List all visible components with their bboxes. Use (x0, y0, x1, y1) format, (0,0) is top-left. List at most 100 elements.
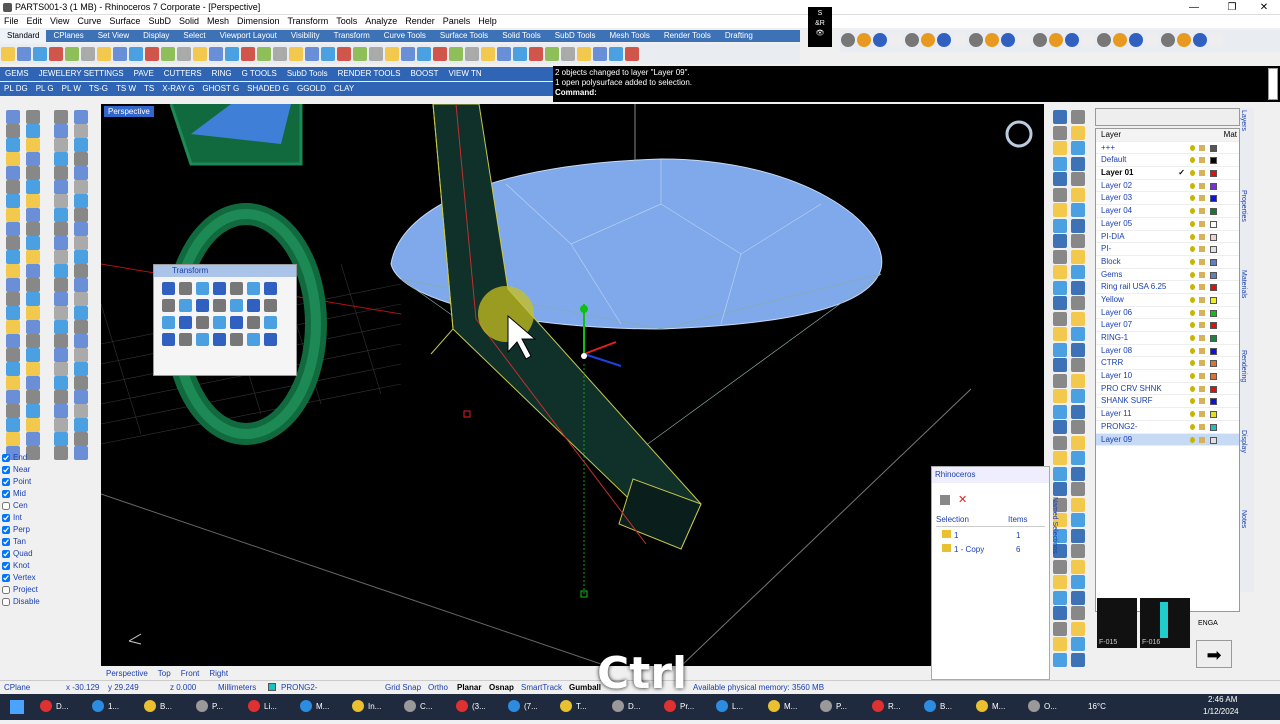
toolbar-icon[interactable] (145, 47, 159, 61)
left-tool-icon[interactable] (26, 138, 40, 152)
lock-icon[interactable] (1199, 246, 1205, 253)
menu-subd[interactable]: SubD (144, 15, 175, 28)
layer-color-swatch[interactable] (1210, 360, 1217, 368)
osnap-tan[interactable]: Tan (0, 536, 100, 548)
lightbulb-icon[interactable] (1190, 411, 1195, 418)
toolbar-icon[interactable] (337, 47, 351, 61)
display-icon[interactable] (1161, 33, 1175, 47)
left-tool-icon[interactable] (74, 222, 88, 236)
osnap-mid[interactable]: Mid (0, 488, 100, 500)
left-tool-icon[interactable] (26, 222, 40, 236)
osnap-end[interactable]: End (0, 452, 100, 464)
toolbar-icon[interactable] (497, 47, 511, 61)
right-tool-icon[interactable] (1071, 466, 1085, 481)
transform-tool-icon[interactable] (264, 282, 277, 295)
left-tool-icon[interactable] (6, 138, 20, 152)
toolbar-icon[interactable] (545, 47, 559, 61)
left-tool-icon[interactable] (54, 208, 68, 222)
tab-visibility[interactable]: Visibility (284, 30, 327, 42)
named-selection-row[interactable]: 1 - Copy 6 (936, 543, 1045, 557)
layer-color-swatch[interactable] (1210, 284, 1217, 292)
right-tool-icon[interactable] (1071, 327, 1085, 341)
display-mode-6[interactable]: X-RAY G (158, 82, 198, 96)
layer-row[interactable]: Layer 01 ✓ (1096, 167, 1239, 180)
left-tool-icon[interactable] (6, 110, 20, 124)
display-icon[interactable] (1129, 33, 1143, 47)
left-tool-icon[interactable] (26, 166, 40, 180)
taskbar-app-label[interactable]: T... (576, 698, 587, 716)
taskbar-app-icon[interactable] (508, 700, 520, 712)
right-tool-icon[interactable] (1053, 156, 1067, 171)
taskbar-app-label[interactable]: B... (940, 698, 952, 716)
transform-tool-icon[interactable] (247, 282, 260, 295)
left-tool-icon[interactable] (6, 250, 20, 264)
lightbulb-icon[interactable] (1190, 347, 1195, 354)
taskbar-app-label[interactable]: R... (888, 698, 900, 716)
lock-icon[interactable] (1199, 170, 1205, 177)
left-tool-icon[interactable] (26, 110, 40, 124)
right-tool-icon[interactable] (1071, 218, 1085, 233)
menu-edit[interactable]: Edit (23, 15, 47, 28)
toolbar-icon[interactable] (49, 47, 63, 61)
layer-row[interactable]: Layer 02 (1096, 180, 1239, 193)
lock-icon[interactable] (1199, 309, 1205, 316)
transform-tool-icon[interactable] (230, 282, 243, 295)
right-tool-icon[interactable] (1071, 559, 1085, 574)
left-tool-icon[interactable] (26, 250, 40, 264)
transform-tool-icon[interactable] (247, 316, 260, 329)
transform-tool-icon[interactable] (213, 282, 226, 295)
right-tool-icon[interactable] (1053, 203, 1067, 217)
right-tool-icon[interactable] (1053, 342, 1067, 357)
right-tool-icon[interactable] (1071, 265, 1085, 279)
display-icon[interactable] (1097, 33, 1111, 47)
left-tool-icon[interactable] (6, 124, 20, 138)
layer-color-swatch[interactable] (1210, 182, 1217, 190)
status-units[interactable]: Millimeters (218, 683, 256, 692)
right-tool-icon[interactable] (1071, 451, 1085, 465)
delete-selection-icon[interactable]: ✕ (958, 493, 967, 506)
lock-icon[interactable] (1199, 347, 1205, 354)
tab-curve-tools[interactable]: Curve Tools (377, 30, 433, 42)
plugin-tab-4[interactable]: RING (207, 67, 237, 81)
right-tool-icon[interactable] (1071, 590, 1085, 605)
left-tool-icon[interactable] (54, 222, 68, 236)
left-tool-icon[interactable] (74, 376, 88, 390)
lock-icon[interactable] (1199, 271, 1205, 278)
lightbulb-icon[interactable] (1190, 233, 1195, 240)
transform-tool-icon[interactable] (196, 333, 209, 346)
menu-surface[interactable]: Surface (105, 15, 144, 28)
left-tool-icon[interactable] (54, 194, 68, 208)
lock-icon[interactable] (1199, 335, 1205, 341)
left-tool-icon[interactable] (6, 320, 20, 334)
plugin-tab-0[interactable]: GEMS (0, 67, 34, 81)
taskbar-app-label[interactable]: (3... (472, 698, 486, 716)
left-tool-icon[interactable] (54, 278, 68, 292)
taskbar-app-icon[interactable] (612, 700, 624, 712)
display-icon[interactable] (873, 33, 887, 47)
right-tool-icon[interactable] (1071, 342, 1085, 357)
toolbar-icon[interactable] (113, 47, 127, 61)
menu-help[interactable]: Help (474, 15, 501, 28)
menu-dimension[interactable]: Dimension (233, 15, 284, 28)
transform-tool-icon[interactable] (247, 333, 260, 346)
viewport-tab-perspective[interactable]: Perspective (101, 667, 153, 680)
display-icon[interactable] (1145, 33, 1159, 47)
left-tool-icon[interactable] (26, 278, 40, 292)
taskbar-app-label[interactable]: Li... (264, 698, 277, 716)
left-tool-icon[interactable] (74, 404, 88, 418)
plugin-tab-5[interactable]: G TOOLS (237, 67, 282, 81)
layer-color-swatch[interactable] (1210, 144, 1217, 152)
left-tool-icon[interactable] (26, 362, 40, 376)
osnap-knot[interactable]: Knot (0, 560, 100, 572)
right-tool-icon[interactable] (1071, 637, 1085, 651)
menu-analyze[interactable]: Analyze (361, 15, 401, 28)
right-tool-icon[interactable] (1071, 606, 1085, 620)
display-icon[interactable] (953, 33, 967, 47)
osnap-checkbox[interactable] (2, 477, 10, 486)
left-tool-icon[interactable] (6, 180, 20, 194)
ortho-toggle[interactable]: Ortho (428, 683, 448, 692)
layer-color-swatch[interactable] (1210, 271, 1217, 279)
toolbar-icon[interactable] (481, 47, 495, 61)
lightbulb-icon[interactable] (1190, 385, 1195, 392)
lock-icon[interactable] (1199, 385, 1205, 392)
